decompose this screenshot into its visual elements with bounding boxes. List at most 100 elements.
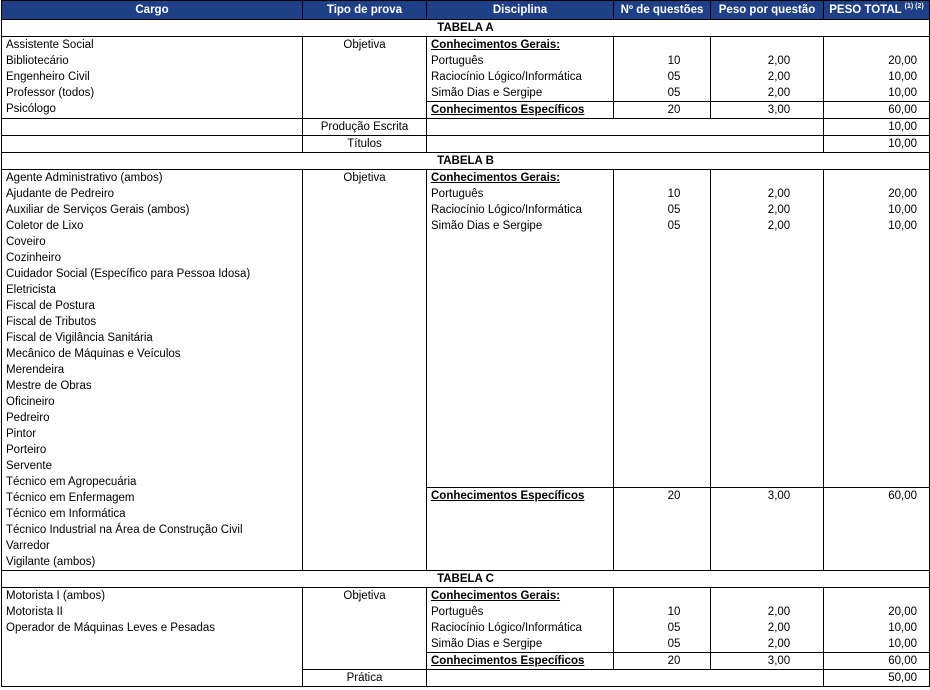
questoes-value: 05 bbox=[667, 204, 681, 216]
esp-peso: 3,00 bbox=[710, 486, 824, 572]
disciplina-item: Raciocínio Lógico/Informática bbox=[431, 71, 582, 83]
tipo-c: Objetiva bbox=[302, 587, 427, 670]
questoes-value: 10 bbox=[667, 606, 681, 618]
peso-value: 2,00 bbox=[767, 87, 791, 99]
gerais-label: Conhecimentos Gerais: bbox=[431, 590, 561, 602]
cargo-item: Motorista I (ambos) bbox=[6, 590, 106, 602]
cargo-item: Porteiro bbox=[6, 444, 47, 456]
disciplinas-c: Conhecimentos Gerais: Português Raciocíni… bbox=[426, 587, 614, 653]
cargo-item: Eletricista bbox=[6, 284, 56, 296]
total-value: 10,00 bbox=[888, 71, 917, 83]
cargo-item: Vigilante (ambos) bbox=[6, 556, 96, 568]
header-total: PESO TOTAL (1) (2) bbox=[823, 0, 930, 20]
esp-total: 60,00 bbox=[823, 486, 930, 572]
cargo-item: Professor (todos) bbox=[6, 87, 95, 99]
tipo-producao: Produção Escrita bbox=[302, 118, 427, 136]
disciplina-item: Simão Dias e Sergipe bbox=[431, 87, 543, 99]
cargo-item: Auxiliar de Serviços Gerais (ambos) bbox=[6, 204, 190, 216]
cargo-item: Assistente Social bbox=[6, 39, 94, 51]
total-a: 20,00 10,00 10,00 bbox=[823, 36, 930, 102]
section-title-c: TABELA C bbox=[1, 570, 930, 588]
total-value: 20,00 bbox=[888, 55, 917, 67]
cargo-item: Servente bbox=[6, 460, 53, 472]
cargo-item: Agente Administrativo (ambos) bbox=[6, 172, 163, 184]
tipo-b: Objetiva bbox=[302, 169, 427, 571]
cargo-item: Merendeira bbox=[6, 364, 65, 376]
cargo-item: Coletor de Lixo bbox=[6, 220, 84, 232]
cargo-item: Técnico em Enfermagem bbox=[6, 492, 135, 504]
disciplina-item: Raciocínio Lógico/Informática bbox=[431, 204, 582, 216]
cargo-item: Cuidador Social (Específico para Pessoa … bbox=[6, 268, 251, 280]
peso-b: 2,00 2,00 2,00 bbox=[710, 169, 824, 488]
cargo-item: Pintor bbox=[6, 428, 37, 440]
empty-cell bbox=[426, 669, 824, 687]
cargo-item: Técnico em Agropecuária bbox=[6, 476, 137, 488]
cargo-item: Motorista II bbox=[6, 606, 63, 618]
cargo-item: Fiscal de Postura bbox=[6, 300, 95, 312]
cargo-item: Técnico em Informática bbox=[6, 508, 126, 520]
cargo-item: Fiscal de Vigilância Sanitária bbox=[6, 332, 153, 344]
cargo-list-b: Agente Administrativo (ambos) Ajudante de… bbox=[1, 169, 303, 571]
cargo-item: Mestre de Obras bbox=[6, 380, 92, 392]
cargo-item: Operador de Máquinas Leves e Pesadas bbox=[6, 622, 216, 634]
total-c: 20,00 10,00 10,00 bbox=[823, 587, 930, 653]
cargo-item: Pedreiro bbox=[6, 412, 50, 424]
esp-questoes: 20 bbox=[613, 652, 711, 670]
total-value: 10,00 bbox=[888, 204, 917, 216]
disciplina-item: Raciocínio Lógico/Informática bbox=[431, 622, 582, 634]
disciplina-item: Português bbox=[431, 188, 484, 200]
questoes-value: 05 bbox=[667, 87, 681, 99]
esp-peso: 3,00 bbox=[710, 652, 824, 670]
cargo-item: Psicólogo bbox=[6, 103, 56, 115]
empty-cell bbox=[1, 118, 303, 136]
header-questoes: Nº de questões bbox=[613, 0, 711, 20]
questoes-value: 10 bbox=[667, 55, 681, 67]
cargo-item: Ajudante de Pedreiro bbox=[6, 188, 115, 200]
esp-total: 60,00 bbox=[823, 101, 930, 119]
weights-table: Cargo Tipo de prova Disciplina Nº de que… bbox=[1, 0, 930, 687]
disciplinas-a: Conhecimentos Gerais: Português Raciocíni… bbox=[426, 36, 614, 102]
disciplina-item: Simão Dias e Sergipe bbox=[431, 220, 543, 232]
cargo-item: Engenheiro Civil bbox=[6, 71, 90, 83]
header-cargo: Cargo bbox=[1, 0, 303, 20]
especificos-label: Conhecimentos Específicos bbox=[426, 652, 614, 670]
questoes-value: 10 bbox=[667, 188, 681, 200]
disciplinas-b: Conhecimentos Gerais: Português Raciocíni… bbox=[426, 169, 614, 488]
total-value: 10,00 bbox=[888, 87, 917, 99]
questoes-value: 05 bbox=[667, 622, 681, 634]
total-value: 10,00 bbox=[888, 220, 917, 232]
section-title-b: TABELA B bbox=[1, 152, 930, 170]
peso-value: 2,00 bbox=[767, 71, 791, 83]
empty-cell bbox=[1, 135, 303, 153]
disciplina-item: Português bbox=[431, 606, 484, 618]
cargo-item: Bibliotecário bbox=[6, 55, 69, 67]
disciplina-item: Português bbox=[431, 55, 484, 67]
cargo-item: Varredor bbox=[6, 540, 50, 552]
total-value: 10,00 bbox=[888, 638, 917, 650]
total-producao: 10,00 bbox=[823, 118, 930, 136]
total-value: 20,00 bbox=[888, 606, 917, 618]
cargo-item: Coveiro bbox=[6, 236, 46, 248]
peso-c: 2,00 2,00 2,00 bbox=[710, 587, 824, 653]
cargo-item: Cozinheiro bbox=[6, 252, 61, 264]
total-value: 20,00 bbox=[888, 188, 917, 200]
peso-value: 2,00 bbox=[767, 220, 791, 232]
peso-value: 2,00 bbox=[767, 638, 791, 650]
esp-questoes: 20 bbox=[613, 101, 711, 119]
questoes-c: 10 05 05 bbox=[613, 587, 711, 653]
cargo-list-a: Assistente Social Bibliotecário Engenheiro… bbox=[1, 36, 303, 119]
questoes-value: 05 bbox=[667, 220, 681, 232]
peso-value: 2,00 bbox=[767, 188, 791, 200]
peso-value: 2,00 bbox=[767, 55, 791, 67]
empty-cell bbox=[426, 135, 824, 153]
tipo-titulos: Títulos bbox=[302, 135, 427, 153]
esp-questoes: 20 bbox=[613, 486, 711, 572]
questoes-value: 05 bbox=[667, 638, 681, 650]
header-total-label: PESO TOTAL bbox=[829, 4, 902, 16]
gerais-label: Conhecimentos Gerais: bbox=[431, 39, 561, 51]
esp-total: 60,00 bbox=[823, 652, 930, 670]
peso-value: 2,00 bbox=[767, 204, 791, 216]
cargo-list-c: Motorista I (ambos) Motorista II Operador … bbox=[1, 587, 303, 687]
esp-peso: 3,00 bbox=[710, 101, 824, 119]
peso-value: 2,00 bbox=[767, 606, 791, 618]
